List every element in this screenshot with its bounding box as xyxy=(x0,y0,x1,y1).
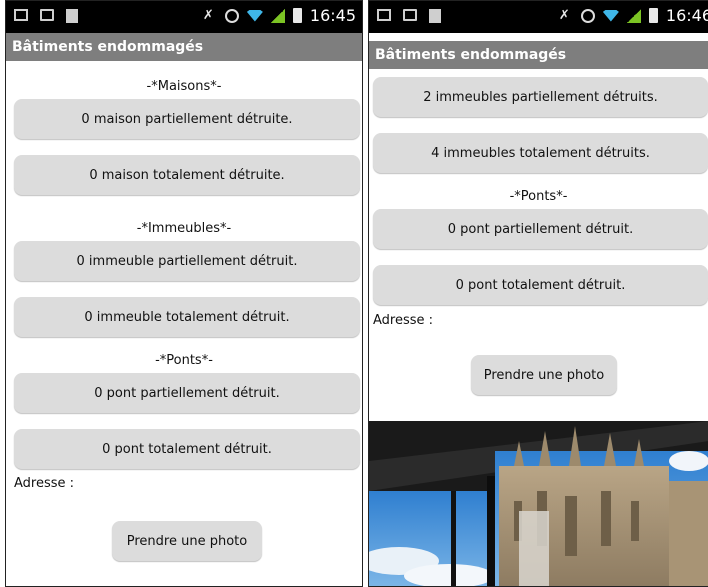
battery-icon xyxy=(648,8,658,23)
wifi-icon xyxy=(246,9,263,22)
phone-screen-left: ✗ 16:45 Bâtiments endommagés -*Maisons*-… xyxy=(5,0,363,587)
status-bar: ✗ 16:46 xyxy=(369,1,708,33)
section-heading-ponts: -*Ponts*- xyxy=(155,353,213,368)
mute-icon: ✗ xyxy=(558,7,570,23)
photo-preview xyxy=(369,421,708,586)
message-icon xyxy=(40,9,54,21)
maison-total-button[interactable]: 0 maison totalement détruite. xyxy=(14,155,360,195)
notification-icon xyxy=(66,9,78,23)
section-heading-immeubles: -*Immeubles*- xyxy=(136,221,232,236)
notification-icon xyxy=(429,9,441,23)
mute-icon: ✗ xyxy=(202,7,214,23)
address-label: Adresse : xyxy=(14,476,75,491)
immeuble-partial-button[interactable]: 0 immeuble partiellement détruit. xyxy=(14,241,360,281)
take-photo-button[interactable]: Prendre une photo xyxy=(471,355,617,395)
pont-total-button[interactable]: 0 pont totalement détruit. xyxy=(373,265,708,305)
wifi-icon xyxy=(602,9,619,22)
pont-total-button[interactable]: 0 pont totalement détruit. xyxy=(14,429,360,469)
screenshot-icon xyxy=(377,9,391,21)
phone-screen-right: ✗ 16:46 Bâtiments endommagés 2 immeubles… xyxy=(368,0,708,587)
clock: 16:46 xyxy=(665,6,708,25)
clock: 16:45 xyxy=(309,6,356,25)
status-bar: ✗ 16:45 xyxy=(6,1,362,33)
pont-partial-button[interactable]: 0 pont partiellement détruit. xyxy=(14,373,360,413)
app-title: Bâtiments endommagés xyxy=(369,41,708,69)
take-photo-button[interactable]: Prendre une photo xyxy=(112,521,262,561)
alarm-icon xyxy=(224,8,239,23)
section-heading-ponts: -*Ponts*- xyxy=(509,189,568,204)
message-icon xyxy=(403,9,417,21)
battery-icon xyxy=(292,8,302,23)
section-heading-maisons: -*Maisons*- xyxy=(146,79,222,94)
cathedral-photo xyxy=(369,421,708,586)
immeuble-total-button[interactable]: 0 immeuble totalement détruit. xyxy=(14,297,360,337)
app-title: Bâtiments endommagés xyxy=(6,33,362,61)
immeuble-partial-button[interactable]: 2 immeubles partiellement détruits. xyxy=(373,77,708,117)
screenshot-icon xyxy=(14,9,28,21)
immeuble-total-button[interactable]: 4 immeubles totalement détruits. xyxy=(373,133,708,173)
maison-partial-button[interactable]: 0 maison partiellement détruite. xyxy=(14,99,360,139)
pont-partial-button[interactable]: 0 pont partiellement détruit. xyxy=(373,209,708,249)
address-label: Adresse : xyxy=(373,313,434,328)
signal-icon xyxy=(626,8,641,23)
form-content: -*Maisons*- 0 maison partiellement détru… xyxy=(6,61,362,586)
alarm-icon xyxy=(580,8,595,23)
signal-icon xyxy=(270,8,285,23)
